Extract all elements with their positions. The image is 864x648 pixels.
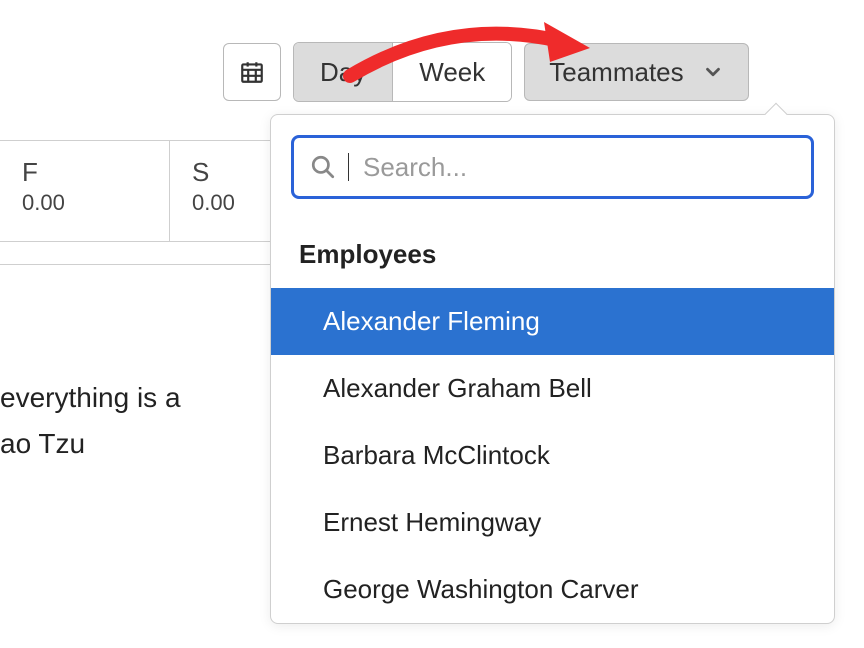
text-cursor [348,153,349,181]
quote-text: everything is a ao Tzu [0,264,280,564]
column-letter: F [22,157,169,188]
search-container [271,115,834,215]
chevron-down-icon [702,61,724,83]
view-toolbar: Day Week Teammates [223,42,749,102]
day-button[interactable]: Day [294,43,392,101]
calendar-button[interactable] [223,43,281,101]
calendar-icon [239,59,265,85]
column-value: 0.00 [22,190,169,216]
dropdown-group-header: Employees [271,215,834,288]
week-button[interactable]: Week [392,43,511,101]
quote-line: everything is a [0,375,280,421]
dropdown-item[interactable]: Alexander Fleming [271,288,834,355]
teammates-dropdown-panel: Employees Alexander Fleming Alexander Gr… [270,114,835,624]
quote-line: ao Tzu [0,421,280,467]
day-week-toggle: Day Week [293,42,512,102]
teammates-label: Teammates [549,57,683,88]
dropdown-item[interactable]: Barbara McClintock [271,422,834,489]
dropdown-item[interactable]: George Washington Carver [271,556,834,623]
dropdown-item[interactable]: Alexander Graham Bell [271,355,834,422]
dropdown-item[interactable]: Ernest Hemingway [271,489,834,556]
search-icon [310,154,336,180]
teammates-dropdown-button[interactable]: Teammates [524,43,748,101]
search-field[interactable] [291,135,814,199]
search-input[interactable] [363,152,795,183]
column-f: F 0.00 [0,140,170,242]
